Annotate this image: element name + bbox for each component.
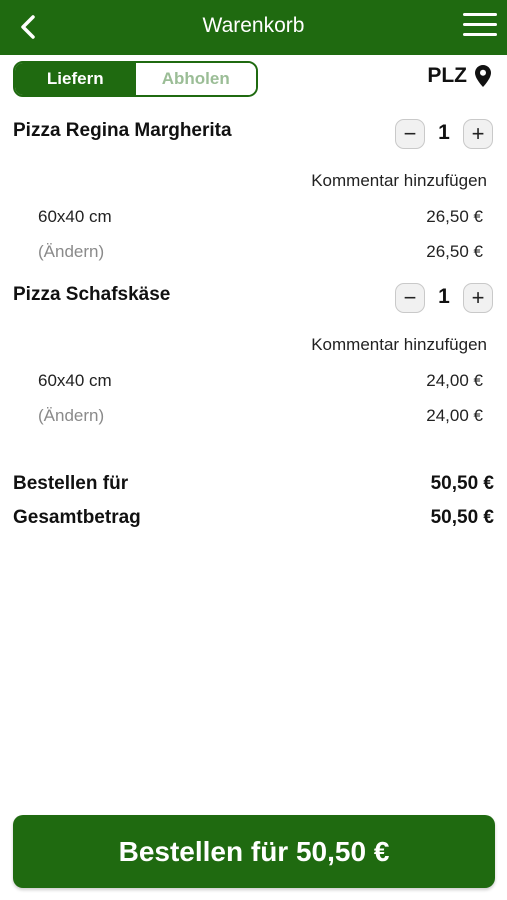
map-pin-icon [475, 65, 491, 87]
item-size-price: 24,00 € [426, 371, 483, 390]
total-value: 50,50 € [430, 507, 494, 528]
quantity-stepper: − 1 + [395, 283, 493, 313]
order-for-value: 50,50 € [430, 473, 494, 494]
hamburger-menu-icon [463, 13, 497, 36]
add-comment-link[interactable]: Kommentar hinzufügen [311, 335, 487, 355]
item-size-price: 26,50 € [426, 207, 483, 226]
place-order-button[interactable]: Bestellen für 50,50 € [13, 815, 495, 888]
total-label: Gesamtbetrag [13, 507, 141, 528]
item-total: 24,00 € [426, 406, 483, 425]
cart-item-name: Pizza Regina Margherita [13, 120, 232, 141]
item-total: 26,50 € [426, 242, 483, 261]
add-comment-link[interactable]: Kommentar hinzufügen [311, 171, 487, 191]
increase-quantity-button[interactable]: + [463, 283, 493, 313]
order-for-label: Bestellen für [13, 473, 129, 494]
decrease-quantity-button[interactable]: − [395, 119, 425, 149]
item-size: 60x40 cm [38, 371, 112, 390]
plz-selector[interactable]: PLZ [427, 64, 491, 88]
item-size: 60x40 cm [38, 207, 112, 226]
change-item-link[interactable]: (Ändern) [38, 242, 104, 262]
decrease-quantity-button[interactable]: − [395, 283, 425, 313]
menu-button[interactable] [463, 13, 497, 41]
top-app-bar: Warenkorb [0, 0, 507, 55]
delivery-mode-toggle: Liefern Abholen [13, 61, 258, 97]
quantity-value: 1 [438, 121, 450, 144]
page-title: Warenkorb [202, 14, 305, 37]
quantity-value: 1 [438, 285, 450, 308]
tab-liefern[interactable]: Liefern [15, 63, 136, 95]
plz-label: PLZ [427, 64, 467, 87]
cart-item-name: Pizza Schafskäse [13, 284, 171, 305]
increase-quantity-button[interactable]: + [463, 119, 493, 149]
change-item-link[interactable]: (Ändern) [38, 406, 104, 426]
tab-abholen[interactable]: Abholen [135, 63, 256, 95]
quantity-stepper: − 1 + [395, 119, 493, 149]
